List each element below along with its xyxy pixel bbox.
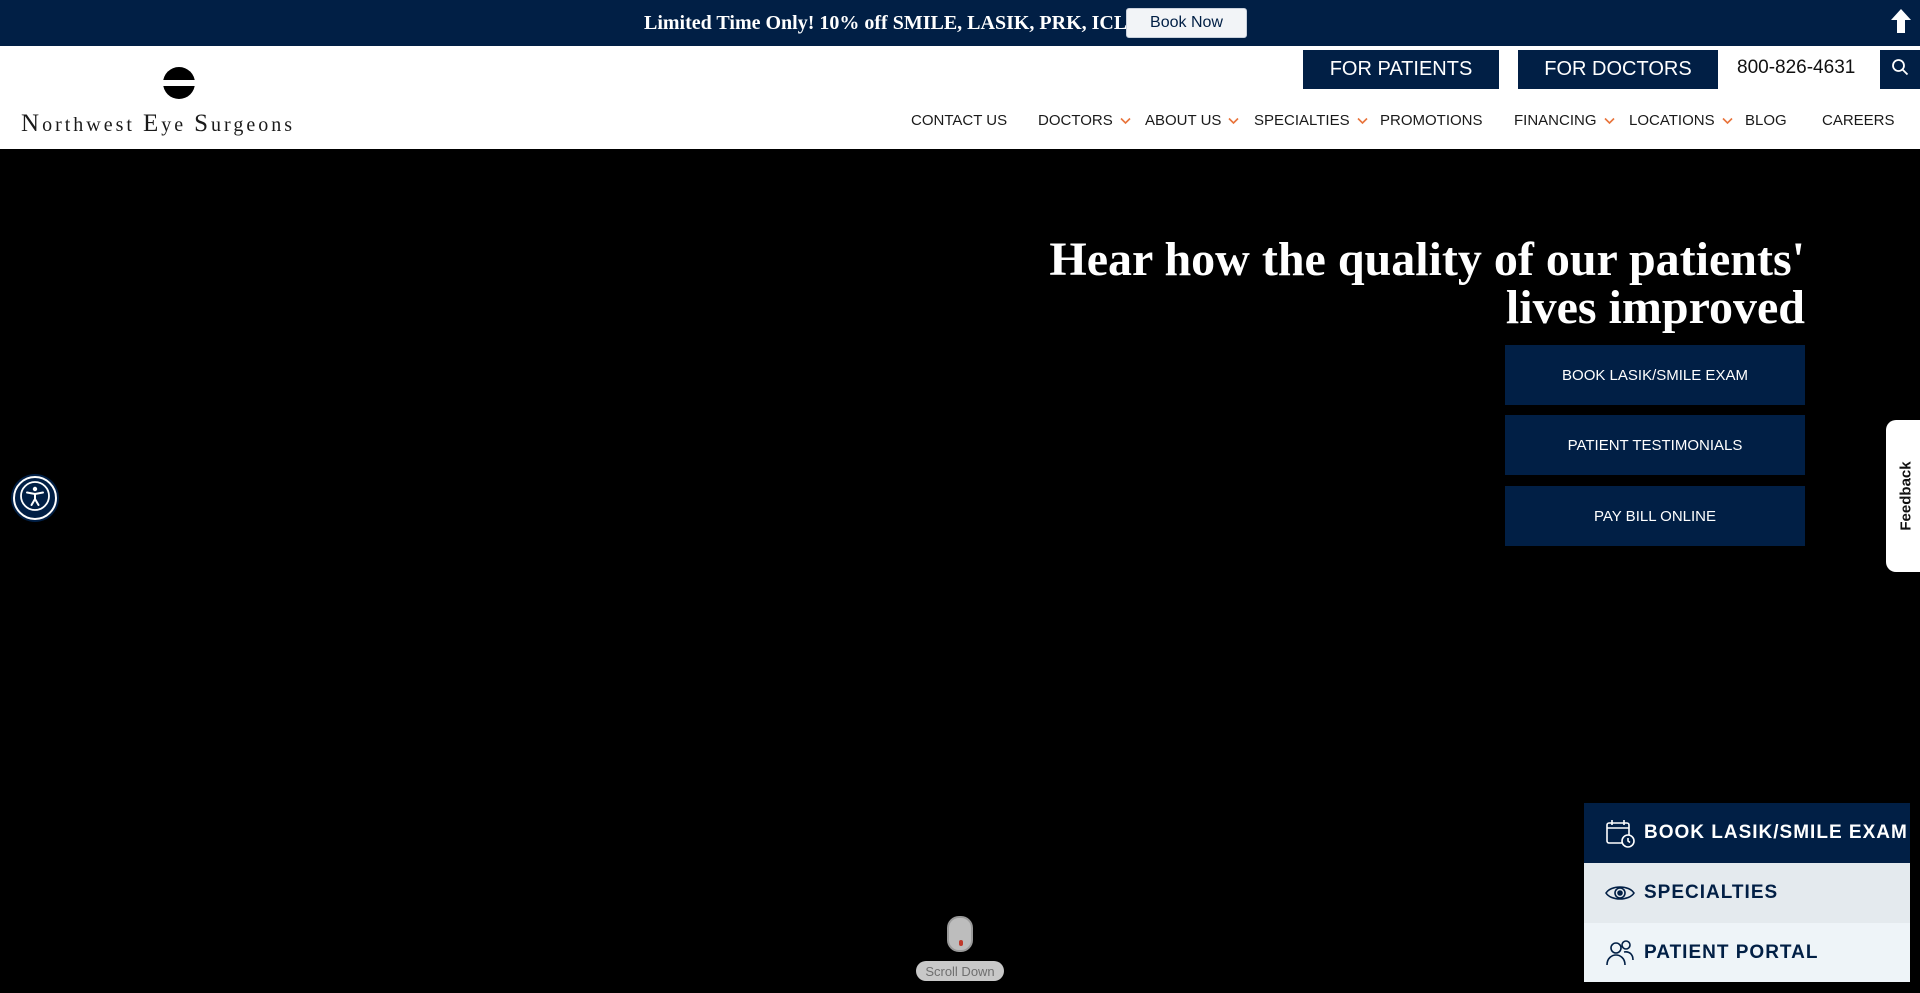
nav-item-label: SPECIALTIES	[1254, 112, 1350, 129]
cta-patient-portal[interactable]: PATIENT PORTAL	[1584, 923, 1910, 982]
chevron-down-icon	[1228, 117, 1239, 124]
book-now-button[interactable]: Book Now	[1126, 8, 1247, 38]
patient-testimonials-button[interactable]: PATIENT TESTIMONIALS	[1505, 415, 1805, 475]
nav-item-promotions[interactable]: PROMOTIONS	[1380, 112, 1483, 129]
arrow-up-icon[interactable]	[1890, 7, 1912, 37]
nav-item-label: CONTACT US	[911, 112, 1008, 129]
cta-label: SPECIALTIES	[1644, 882, 1779, 903]
nav-item-doctors[interactable]: DOCTORS	[1038, 112, 1131, 129]
nav-item-label: CAREERS	[1822, 112, 1895, 129]
cta-specialties[interactable]: SPECIALTIES	[1584, 863, 1910, 923]
chevron-down-icon	[1722, 117, 1733, 124]
nav-item-label: ABOUT US	[1145, 112, 1222, 129]
feedback-label: Feedback	[1897, 461, 1915, 531]
pay-bill-online-button[interactable]: PAY BILL ONLINE	[1505, 486, 1805, 546]
accessibility-icon	[18, 479, 52, 518]
accessibility-button[interactable]	[13, 476, 57, 520]
book-exam-button[interactable]: BOOK LASIK/SMILE EXAM	[1505, 345, 1805, 405]
main-nav: CONTACT US DOCTORS ABOUT US SPECIALTIES …	[0, 112, 1920, 130]
hero-title: Hear how the quality of our patients' liv…	[1049, 233, 1805, 334]
chevron-down-icon	[1120, 117, 1131, 124]
nav-item-about-us[interactable]: ABOUT US	[1145, 112, 1239, 129]
nav-item-financing[interactable]: FINANCING	[1514, 112, 1615, 129]
cta-label: PATIENT PORTAL	[1644, 941, 1819, 963]
feedback-tab[interactable]: Feedback	[1886, 420, 1920, 572]
eye-icon	[1604, 877, 1636, 909]
logo-mark-icon	[162, 66, 196, 100]
scroll-down-mouse-icon[interactable]	[947, 916, 973, 952]
nav-item-label: PROMOTIONS	[1380, 112, 1483, 129]
phone-link[interactable]: 800-826-4631	[1737, 57, 1855, 79]
nav-item-blog[interactable]: BLOG	[1745, 112, 1787, 129]
nav-item-label: LOCATIONS	[1629, 112, 1715, 129]
chevron-down-icon	[1603, 117, 1615, 124]
calendar-clock-icon	[1604, 817, 1636, 849]
cta-book-exam[interactable]: BOOK LASIK/SMILE EXAM	[1584, 803, 1910, 863]
nav-item-contact-us[interactable]: CONTACT US	[911, 112, 1007, 129]
nav-item-careers[interactable]: CAREERS	[1822, 112, 1895, 129]
nav-item-label: BLOG	[1745, 112, 1787, 129]
for-doctors-button[interactable]: FOR DOCTORS	[1518, 50, 1718, 89]
search-button[interactable]	[1880, 50, 1920, 89]
nav-item-locations[interactable]: LOCATIONS	[1629, 112, 1733, 129]
promo-bar: Limited Time Only! 10% off SMILE, LASIK,…	[0, 0, 1920, 46]
search-icon	[1891, 58, 1909, 81]
users-icon	[1604, 937, 1636, 969]
scroll-down-label[interactable]: Scroll Down	[916, 961, 1004, 981]
cta-label: BOOK LASIK/SMILE EXAM	[1644, 822, 1908, 843]
chevron-down-icon	[1357, 117, 1368, 124]
promo-text: Limited Time Only! 10% off SMILE, LASIK,…	[644, 12, 1128, 34]
nav-item-label: DOCTORS	[1038, 112, 1113, 129]
nav-item-specialties[interactable]: SPECIALTIES	[1254, 112, 1368, 129]
for-patients-button[interactable]: FOR PATIENTS	[1303, 50, 1499, 89]
nav-item-label: FINANCING	[1514, 112, 1597, 129]
